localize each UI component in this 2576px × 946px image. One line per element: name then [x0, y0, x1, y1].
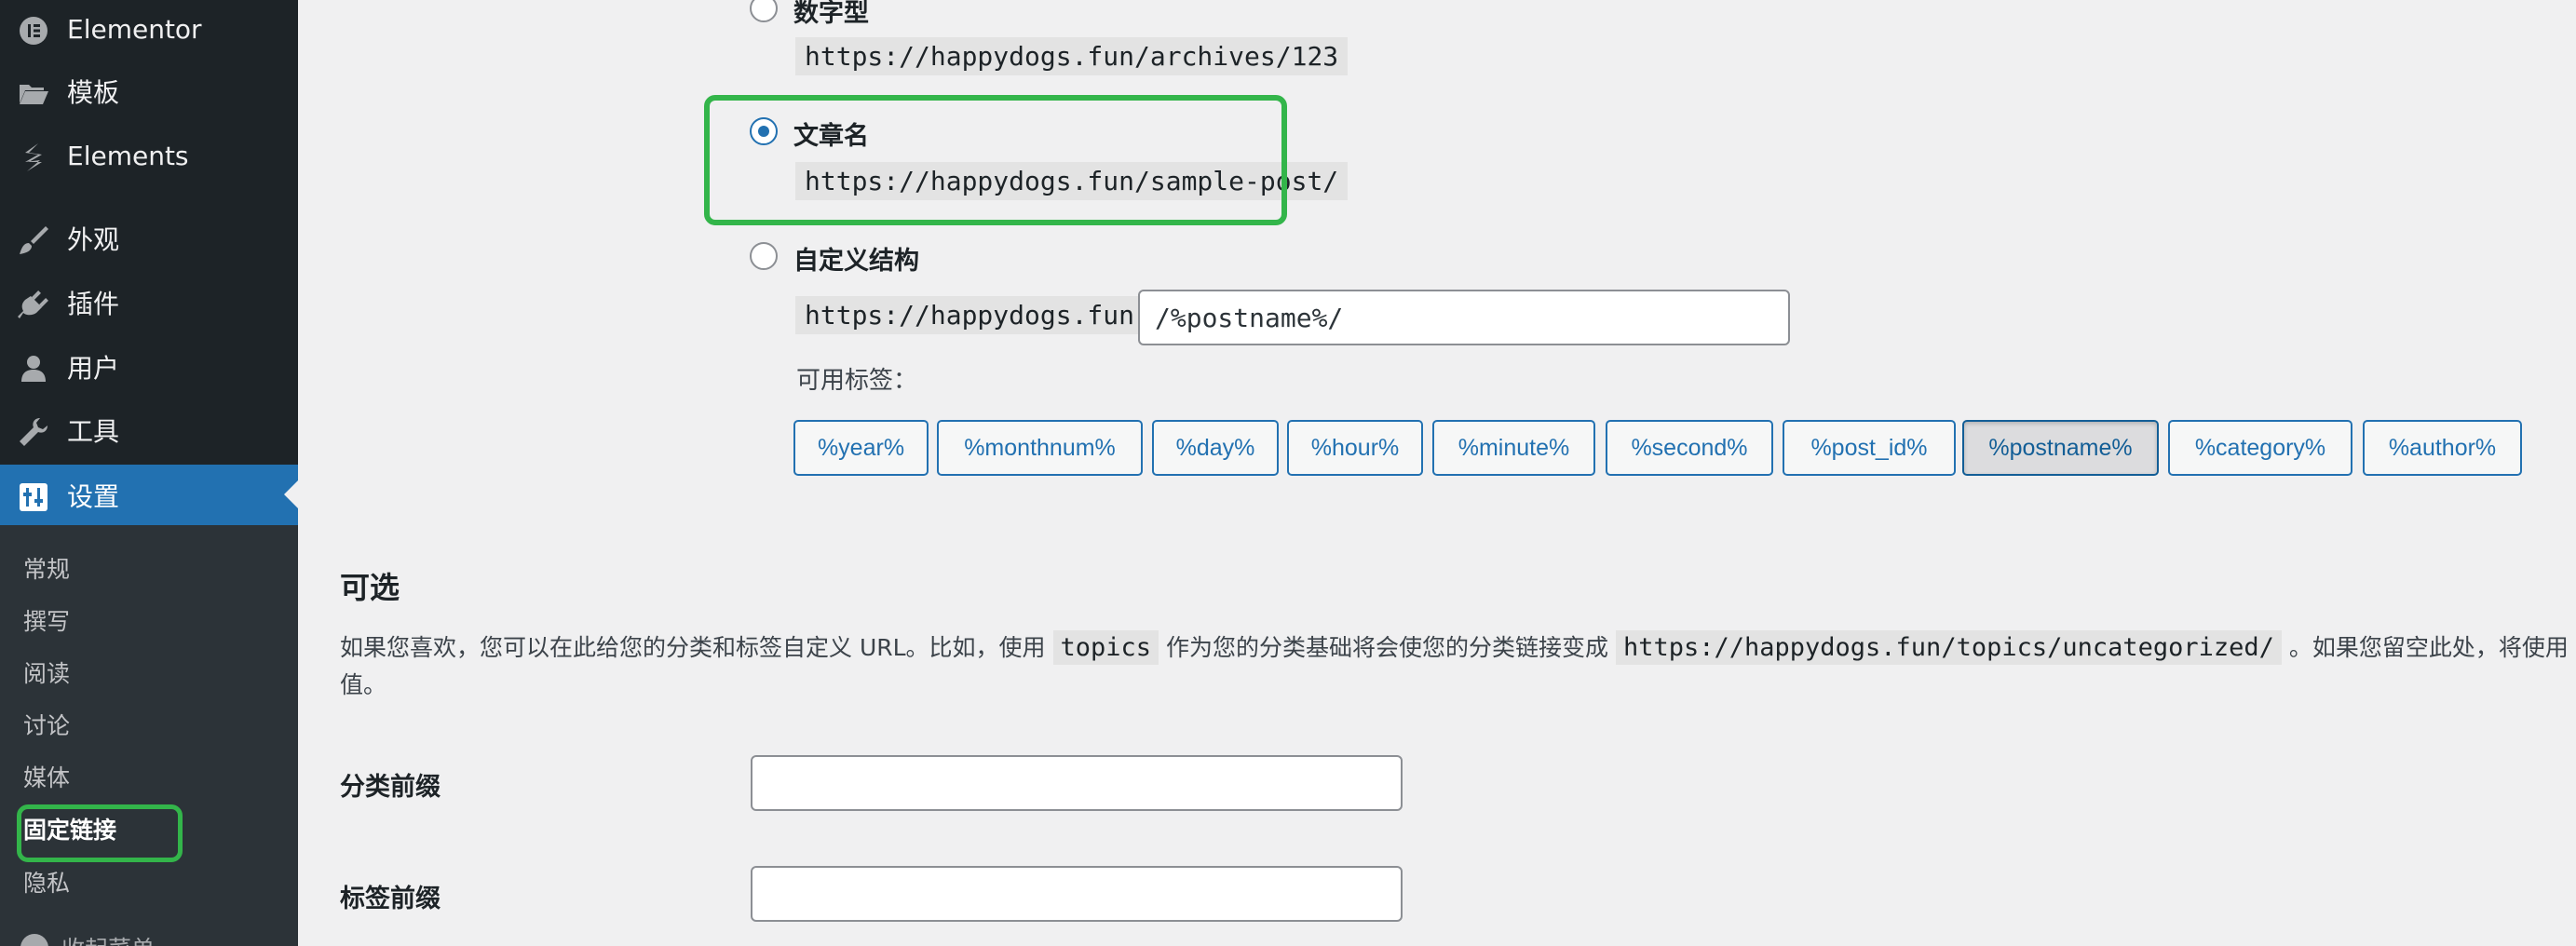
- menu-label: 插件: [67, 289, 120, 319]
- collapse-icon: [20, 934, 48, 946]
- custom-structure-input[interactable]: /%postname%/: [1138, 290, 1790, 345]
- menu-label: 工具: [67, 416, 120, 447]
- radio-custom-structure[interactable]: [750, 242, 778, 270]
- tag-button-monthnum[interactable]: %monthnum%: [937, 420, 1143, 476]
- available-tags-label: 可用标签：: [796, 367, 918, 395]
- custom-structure-prefix: https://happydogs.fun: [795, 296, 1145, 334]
- desc-code-topics: topics: [1052, 630, 1159, 665]
- submenu-writing[interactable]: 撰写: [23, 603, 70, 637]
- submenu-reading[interactable]: 阅读: [23, 655, 70, 689]
- submenu-media[interactable]: 媒体: [23, 760, 70, 793]
- menu-users[interactable]: 用户: [0, 338, 298, 396]
- folder-icon: [17, 76, 50, 110]
- main-content: 数字型 https://happydogs.fun/archives/123 文…: [298, 0, 2576, 946]
- highlight-box-permalinks: [17, 804, 183, 862]
- tag-button-author[interactable]: %author%: [2363, 420, 2522, 476]
- menu-tools[interactable]: 工具: [0, 401, 298, 459]
- option-label-numeric: 数字型: [793, 0, 869, 28]
- wrench-icon: [17, 415, 50, 449]
- settings-icon: [17, 480, 50, 514]
- elements-icon: [17, 141, 50, 174]
- paintbrush-icon: [17, 223, 50, 257]
- menu-label: 设置: [67, 481, 120, 512]
- menu-label: Elementor: [67, 13, 202, 45]
- section-title-optional: 可选: [340, 570, 400, 605]
- tag-button-category[interactable]: %category%: [2168, 420, 2352, 476]
- collapse-menu-button[interactable]: 收起菜单: [20, 931, 155, 946]
- menu-label: 用户: [67, 353, 120, 384]
- submenu-privacy[interactable]: 隐私: [23, 865, 70, 899]
- menu-elements[interactable]: Elements: [0, 127, 298, 184]
- desc-text: 如果您喜欢，您可以在此给您的分类和标签自定义 URL。比如，使用: [340, 634, 1053, 661]
- category-base-input[interactable]: [751, 755, 1403, 811]
- menu-settings[interactable]: 设置: [0, 465, 298, 526]
- admin-sidebar: Elementor 模板 Elements 外观 插件 用户 工具 设置 常规 …: [0, 0, 298, 946]
- tag-button-day[interactable]: %day%: [1152, 420, 1279, 476]
- settings-submenu: 常规 撰写 阅读 讨论 媒体 固定链接 隐私 收起菜单: [0, 525, 298, 946]
- tag-button-year[interactable]: %year%: [793, 420, 929, 476]
- option-label-custom: 自定义结构: [793, 247, 919, 276]
- optional-description: 如果您喜欢，您可以在此给您的分类和标签自定义 URL。比如，使用 topics …: [340, 629, 2569, 667]
- optional-description-line2: 值。: [340, 671, 387, 698]
- menu-label: 外观: [67, 224, 120, 255]
- elementor-icon: [17, 14, 50, 47]
- submenu-discussion[interactable]: 讨论: [23, 708, 70, 741]
- desc-text: 。如果您留空此处，将使用: [2281, 634, 2569, 661]
- menu-plugins[interactable]: 插件: [0, 274, 298, 331]
- tag-button-postname[interactable]: %postname%: [1962, 420, 2159, 476]
- tag-button-post-id[interactable]: %post_id%: [1783, 420, 1956, 476]
- desc-code-example-url: https://happydogs.fun/topics/uncategoriz…: [1615, 630, 2282, 665]
- tag-button-hour[interactable]: %hour%: [1287, 420, 1423, 476]
- tag-button-minute[interactable]: %minute%: [1432, 420, 1595, 476]
- desc-text: 作为您的分类基础将会使您的分类链接变成: [1159, 634, 1616, 661]
- menu-elementor[interactable]: Elementor: [0, 0, 298, 58]
- menu-templates[interactable]: 模板: [0, 62, 298, 120]
- collapse-menu-label: 收起菜单: [61, 931, 155, 946]
- menu-appearance[interactable]: 外观: [0, 209, 298, 267]
- user-icon: [17, 352, 50, 385]
- menu-label: Elements: [67, 140, 189, 171]
- category-base-label: 分类前缀: [340, 773, 441, 802]
- menu-label: 模板: [67, 77, 120, 108]
- submenu-general[interactable]: 常规: [23, 551, 70, 585]
- radio-numeric[interactable]: [750, 0, 778, 22]
- tag-base-label: 标签前缀: [340, 885, 441, 913]
- tag-button-second[interactable]: %second%: [1606, 420, 1773, 476]
- plugin-icon: [17, 288, 50, 321]
- highlight-box-post-name: [704, 95, 1287, 225]
- example-url-numeric: https://happydogs.fun/archives/123: [795, 37, 1349, 75]
- tag-base-input[interactable]: [751, 866, 1403, 922]
